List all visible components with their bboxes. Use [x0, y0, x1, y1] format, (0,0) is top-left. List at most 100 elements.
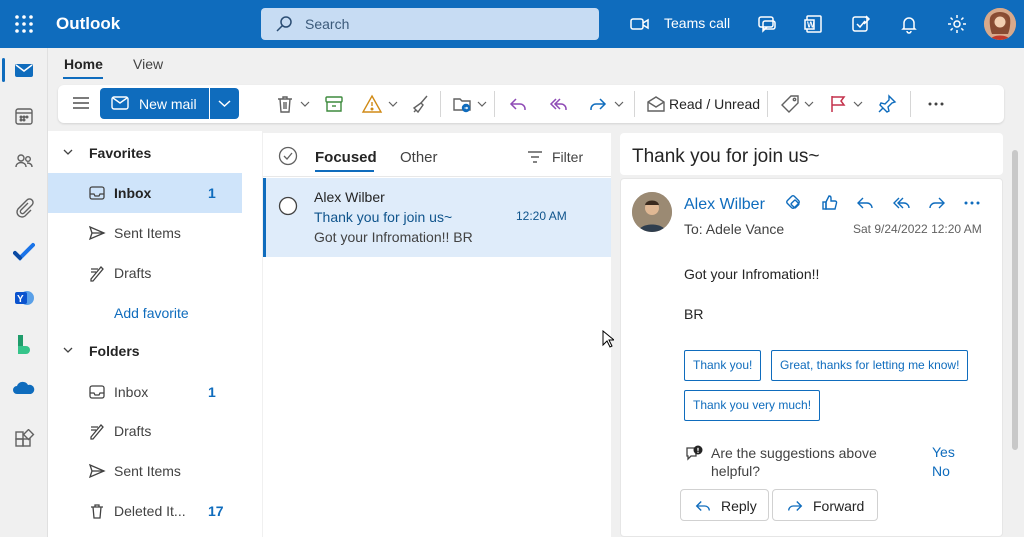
favorite-item-inbox[interactable]: Inbox 1: [48, 173, 242, 213]
reply-button[interactable]: Reply: [680, 489, 769, 521]
folders-header[interactable]: Folders: [89, 343, 140, 359]
bell-icon[interactable]: [897, 12, 921, 36]
chevron-down-icon[interactable]: [300, 100, 310, 108]
teams-call-label[interactable]: Teams call: [664, 15, 730, 31]
app-launcher-icon[interactable]: [14, 14, 34, 34]
feedback-no-link[interactable]: No: [932, 463, 950, 479]
more-options-icon[interactable]: [962, 193, 982, 213]
chevron-down-icon[interactable]: [614, 100, 624, 108]
sender-avatar[interactable]: [632, 192, 672, 232]
tab-other[interactable]: Other: [400, 149, 438, 166]
forward-icon: [786, 497, 804, 515]
people-icon[interactable]: [13, 150, 35, 172]
suggested-reply-button[interactable]: Great, thanks for letting me know!: [771, 350, 969, 381]
archive-icon[interactable]: [323, 93, 345, 115]
attachment-icon[interactable]: [13, 196, 35, 218]
chevron-down-icon[interactable]: [477, 100, 487, 108]
folder-label: Inbox: [114, 185, 152, 201]
mail-icon[interactable]: [13, 59, 35, 81]
folder-item-inbox[interactable]: Inbox 1: [48, 372, 242, 412]
favorites-header[interactable]: Favorites: [89, 145, 151, 161]
chat-icon[interactable]: [755, 12, 779, 36]
folder-item-drafts[interactable]: Drafts: [48, 411, 242, 451]
read-unread-button[interactable]: Read / Unread: [669, 96, 760, 112]
office-icon[interactable]: W: [802, 12, 826, 36]
like-icon[interactable]: [820, 193, 840, 213]
move-to-folder-icon[interactable]: [451, 93, 473, 115]
reply-label: Reply: [721, 498, 757, 514]
pin-icon[interactable]: [876, 93, 898, 115]
reply-icon[interactable]: [507, 93, 529, 115]
search-icon: [275, 15, 293, 33]
reply-all-icon[interactable]: [547, 93, 569, 115]
reading-pane-scrollbar[interactable]: [1012, 150, 1018, 450]
add-favorite-link[interactable]: Add favorite: [114, 305, 189, 321]
favorite-item-sent-items[interactable]: Sent Items: [48, 213, 242, 253]
tab-home[interactable]: Home: [64, 56, 103, 72]
folder-item-sent-items[interactable]: Sent Items: [48, 451, 242, 491]
forward-button[interactable]: Forward: [772, 489, 878, 521]
message-select-radio[interactable]: [278, 196, 298, 216]
tab-focused[interactable]: Focused: [315, 149, 377, 166]
drafts-icon: [88, 264, 106, 282]
unread-count: 1: [208, 185, 216, 201]
forward-icon[interactable]: [927, 193, 947, 213]
search-placeholder[interactable]: Search: [305, 16, 349, 32]
reply-icon[interactable]: [855, 193, 875, 213]
suggested-reply-button[interactable]: Thank you!: [684, 350, 762, 381]
chevron-down-icon[interactable]: [804, 100, 814, 108]
more-options-icon[interactable]: [925, 93, 947, 115]
tag-icon[interactable]: [779, 93, 801, 115]
mail-icon: [111, 95, 129, 111]
app-title[interactable]: Outlook: [56, 14, 120, 34]
menu-icon[interactable]: [72, 95, 90, 111]
forward-icon[interactable]: [587, 93, 609, 115]
rail-active-indicator: [2, 58, 5, 82]
sweep-icon[interactable]: [409, 93, 431, 115]
video-call-icon[interactable]: [628, 12, 652, 36]
favorite-item-drafts[interactable]: Drafts: [48, 253, 242, 293]
reading-pane-subject: Thank you for join us~: [632, 146, 820, 167]
yammer-icon[interactable]: Y: [13, 287, 35, 309]
tab-view[interactable]: View: [133, 56, 163, 72]
calendar-icon[interactable]: [13, 105, 35, 127]
search-box[interactable]: Search: [261, 8, 599, 40]
reply-all-icon[interactable]: [891, 193, 911, 213]
chevron-down-icon[interactable]: [62, 345, 74, 355]
delete-icon[interactable]: [274, 93, 296, 115]
envelope-open-icon[interactable]: [645, 93, 667, 115]
chevron-down-icon[interactable]: [62, 147, 74, 157]
filter-button[interactable]: Filter: [552, 149, 583, 165]
gear-icon[interactable]: [945, 12, 969, 36]
chevron-down-icon[interactable]: [388, 100, 398, 108]
todo-icon[interactable]: [13, 241, 35, 263]
user-avatar[interactable]: [984, 8, 1016, 40]
folder-item-deleted-items[interactable]: Deleted It... 17: [48, 491, 242, 531]
report-icon[interactable]: [361, 93, 383, 115]
bookings-icon[interactable]: [13, 333, 35, 355]
drafts-icon: [88, 422, 106, 440]
tasks-icon[interactable]: [849, 12, 873, 36]
svg-text:W: W: [807, 21, 815, 30]
loop-icon[interactable]: [784, 193, 804, 213]
filter-icon[interactable]: [527, 150, 543, 164]
message-body-line: Got your Infromation!!: [684, 266, 820, 282]
chevron-down-icon[interactable]: [853, 100, 863, 108]
new-mail-button[interactable]: New mail: [100, 88, 209, 119]
message-subject: Thank you for join us~: [314, 209, 453, 225]
svg-text:Y: Y: [17, 294, 24, 305]
new-mail-dropdown-button[interactable]: [210, 88, 239, 119]
toolbar-separator: [440, 91, 441, 117]
select-all-checkbox[interactable]: [278, 146, 298, 166]
onedrive-icon[interactable]: [13, 378, 35, 400]
more-apps-icon[interactable]: [13, 429, 35, 451]
message-sender: Alex Wilber: [314, 189, 385, 205]
suggested-reply-button[interactable]: Thank you very much!: [684, 390, 821, 421]
send-icon: [88, 462, 106, 480]
flag-icon[interactable]: [827, 93, 849, 115]
toolbar-separator: [634, 91, 635, 117]
sender-name[interactable]: Alex Wilber: [684, 196, 765, 214]
feedback-yes-link[interactable]: Yes: [932, 444, 955, 460]
toolbar-separator: [494, 91, 495, 117]
message-body-line: BR: [684, 306, 704, 322]
